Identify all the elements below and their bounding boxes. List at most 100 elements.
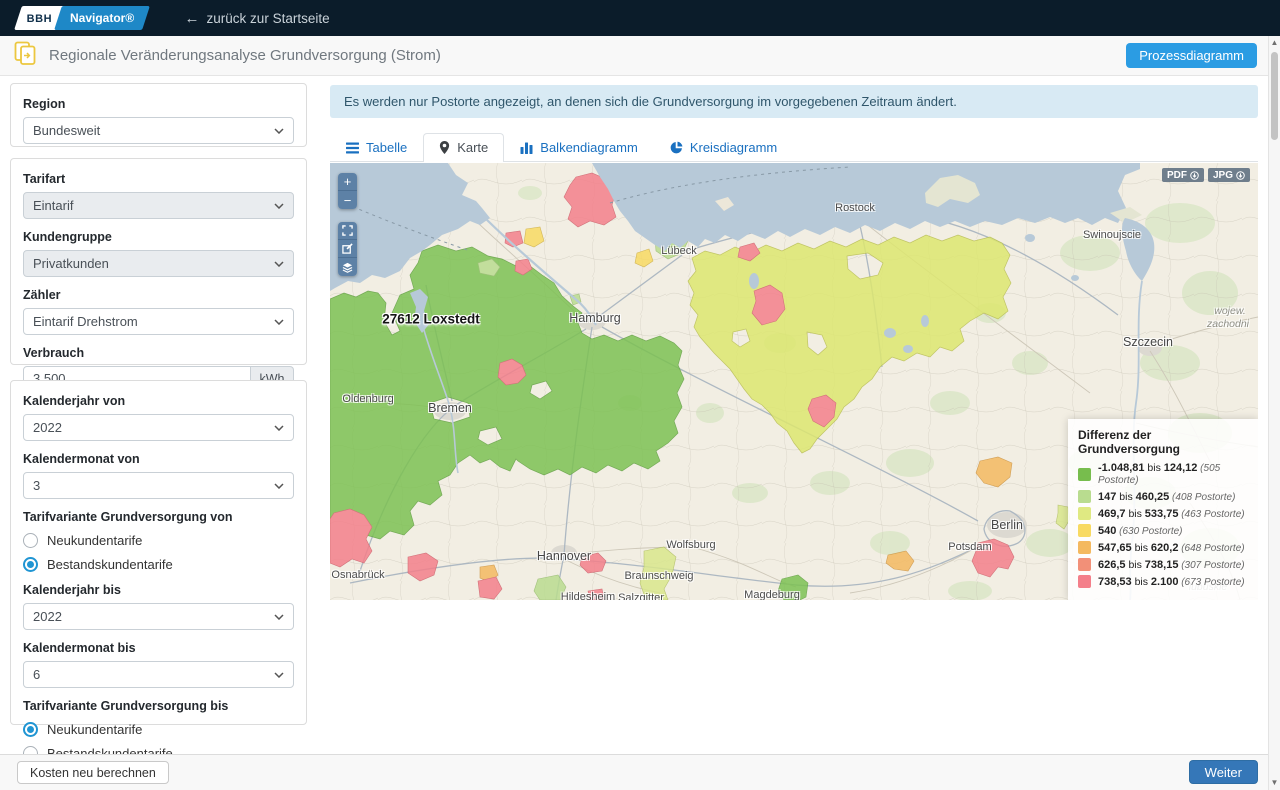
legend-item: 547,65 bis 620,2 (648 Postorte) [1078, 541, 1248, 554]
verbrauch-label: Verbrauch [23, 346, 294, 360]
region-label: Region [23, 97, 294, 111]
edit-pencil-icon [342, 243, 353, 254]
draw-edit-button[interactable] [338, 240, 357, 258]
tab-tabelle[interactable]: Tabelle [330, 133, 423, 161]
chevron-down-icon [274, 319, 284, 325]
map-export-buttons: PDF JPG [1162, 168, 1250, 182]
tarifart-label: Tarifart [23, 172, 294, 186]
legend-item: -1.048,81 bis 124,12 (505 Postorte) [1078, 462, 1248, 486]
kalendermonat-von-select[interactable]: 3 [23, 472, 294, 499]
tarifart-select[interactable]: Eintarif [23, 192, 294, 219]
tab-label: Balkendiagramm [540, 140, 638, 155]
radio-label: Neukundentarife [47, 533, 142, 548]
tarifvariante-von-bestandskunden-option[interactable]: Bestandskundentarife [23, 557, 294, 572]
download-icon [1236, 171, 1245, 180]
map-tools-control [338, 222, 357, 276]
zoom-in-button[interactable]: + [338, 173, 357, 191]
radio-checked-icon[interactable] [23, 557, 38, 572]
kalenderjahr-von-value: 2022 [33, 420, 62, 435]
region-value: Bundesweit [33, 123, 100, 138]
kalendermonat-von-value: 3 [33, 478, 40, 493]
tab-label: Tabelle [366, 140, 407, 155]
tab-karte[interactable]: Karte [423, 133, 504, 161]
kalendermonat-von-label: Kalendermonat von [23, 452, 294, 466]
legend-swatch [1078, 575, 1091, 588]
table-icon [346, 142, 359, 154]
tarifvariante-von-neukunden-option[interactable]: Neukundentarife [23, 533, 294, 548]
kundengruppe-value: Privatkunden [33, 256, 109, 271]
page-scrollbar[interactable]: ▲ ▼ [1268, 36, 1280, 790]
kundengruppe-select[interactable]: Privatkunden [23, 250, 294, 277]
tab-kreisdiagramm[interactable]: Kreisdiagramm [654, 133, 793, 161]
tab-label: Kreisdiagramm [690, 140, 777, 155]
layers-icon [342, 262, 353, 273]
process-diagram-button[interactable]: Prozessdiagramm [1126, 43, 1257, 68]
scrollbar-thumb[interactable] [1271, 52, 1278, 140]
kundengruppe-label: Kundengruppe [23, 230, 294, 244]
chevron-down-icon [274, 614, 284, 620]
back-to-start-link[interactable]: ← zurück zur Startseite [185, 11, 330, 26]
map-legend: Differenz der Grundversorgung -1.048,81 … [1068, 419, 1258, 600]
legend-item: 469,7 bis 533,75 (463 Postorte) [1078, 507, 1248, 520]
bbh-navigator-logo[interactable]: BBH Navigator® [18, 6, 147, 30]
chevron-down-icon [274, 128, 284, 134]
legend-swatch [1078, 524, 1091, 537]
kalenderjahr-von-label: Kalenderjahr von [23, 394, 294, 408]
top-navbar: BBH Navigator® ← zurück zur Startseite [0, 0, 1280, 36]
page-header: Regionale Veränderungsanalyse Grundverso… [0, 36, 1268, 76]
legend-title: Differenz der Grundversorgung [1078, 428, 1248, 456]
zaehler-select[interactable]: Eintarif Drehstrom [23, 308, 294, 335]
next-button[interactable]: Weiter [1189, 760, 1258, 784]
zaehler-value: Eintarif Drehstrom [33, 314, 138, 329]
chevron-down-icon [274, 672, 284, 678]
pie-chart-icon [670, 141, 683, 154]
expand-arrows-icon [342, 225, 353, 236]
kalenderjahr-von-select[interactable]: 2022 [23, 414, 294, 441]
radio-label: Bestandskundentarife [47, 557, 173, 572]
legend-swatch [1078, 490, 1091, 503]
legend-item: 738,53 bis 2.100 (673 Postorte) [1078, 575, 1248, 588]
tarifvariante-bis-neukunden-option[interactable]: Neukundentarife [23, 722, 294, 737]
region-select[interactable]: Bundesweit [23, 117, 294, 144]
legend-swatch [1078, 507, 1091, 520]
recalculate-costs-button[interactable]: Kosten neu berechnen [17, 761, 169, 784]
kalenderjahr-bis-label: Kalenderjahr bis [23, 583, 294, 597]
legend-items: -1.048,81 bis 124,12 (505 Postorte)147 b… [1078, 462, 1248, 588]
zoom-out-button[interactable]: − [338, 191, 357, 209]
map-canvas[interactable]: RostockLübeckHamburgBremenOldenburgHanno… [330, 163, 1258, 600]
zaehler-label: Zähler [23, 288, 294, 302]
tariff-card: Tarifart Eintarif Kundengruppe Privatkun… [10, 158, 307, 365]
kalenderjahr-bis-value: 2022 [33, 609, 62, 624]
info-alert: Es werden nur Postorte angezeigt, an den… [330, 85, 1258, 118]
chevron-down-icon [274, 203, 284, 209]
download-icon [1190, 171, 1199, 180]
page-title: Regionale Veränderungsanalyse Grundverso… [49, 47, 441, 64]
back-arrow-icon: ← [185, 11, 200, 26]
tarifvariante-bis-label: Tarifvariante Grundversorgung bis [23, 699, 294, 713]
layers-button[interactable] [338, 258, 357, 276]
view-tabs: Tabelle Karte Balkendiagramm Kreisdiagra… [330, 133, 1258, 162]
chevron-down-icon [274, 483, 284, 489]
map-tooltip-loxstedt: 27612 Loxstedt [382, 312, 480, 327]
scrollbar-up-icon[interactable]: ▲ [1269, 37, 1280, 49]
kalendermonat-bis-select[interactable]: 6 [23, 661, 294, 688]
back-link-label: zurück zur Startseite [207, 11, 330, 26]
radio-checked-icon[interactable] [23, 722, 38, 737]
export-pdf-button[interactable]: PDF [1162, 168, 1204, 182]
jpg-label: JPG [1213, 170, 1233, 181]
footer-bar: Kosten neu berechnen Weiter [0, 754, 1268, 790]
navigator-logo: Navigator® [54, 6, 150, 30]
radio-unchecked-icon[interactable] [23, 533, 38, 548]
kalenderjahr-bis-select[interactable]: 2022 [23, 603, 294, 630]
tarifart-value: Eintarif [33, 198, 73, 213]
scrollbar-down-icon[interactable]: ▼ [1269, 777, 1280, 789]
legend-swatch [1078, 468, 1091, 481]
tab-balkendiagramm[interactable]: Balkendiagramm [504, 133, 654, 161]
chevron-down-icon [274, 261, 284, 267]
radio-label: Neukundentarife [47, 722, 142, 737]
fullscreen-expand-button[interactable] [338, 222, 357, 240]
tarifvariante-von-label: Tarifvariante Grundversorgung von [23, 510, 294, 524]
pdf-label: PDF [1167, 170, 1187, 181]
legend-swatch [1078, 541, 1091, 554]
export-jpg-button[interactable]: JPG [1208, 168, 1250, 182]
